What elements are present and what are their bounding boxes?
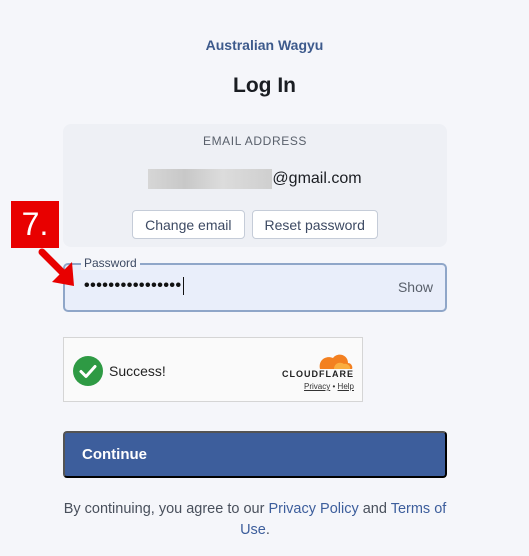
legal-notice: By continuing, you agree to our Privacy … <box>60 499 450 541</box>
captcha-links: Privacy • Help <box>304 382 354 391</box>
success-check-icon <box>73 356 103 386</box>
text-caret <box>182 277 184 295</box>
page-title: Log In <box>233 74 296 97</box>
show-password-button[interactable]: Show <box>398 279 433 295</box>
email-domain: @gmail.com <box>272 170 362 187</box>
reset-password-button[interactable]: Reset password <box>251 210 378 239</box>
legal-prefix: By continuing, you agree to our <box>63 501 269 517</box>
legal-conjunction: and <box>358 501 391 517</box>
brand-name: Australian Wagyu <box>205 37 324 53</box>
captcha-link-separator: • <box>332 382 336 391</box>
cloudflare-wordmark: CLOUDFLARE <box>282 369 354 379</box>
legal-suffix: . <box>265 522 270 538</box>
continue-button[interactable]: Continue <box>63 431 447 478</box>
email-actions: Change email Reset password <box>63 210 447 239</box>
annotation-arrow-icon <box>38 248 74 286</box>
email-address-label: EMAIL ADDRESS <box>202 134 308 148</box>
email-display: @gmail.com <box>63 168 447 190</box>
password-input[interactable]: •••••••••••••••• <box>84 277 184 295</box>
email-card: EMAIL ADDRESS @gmail.com Change email Re… <box>63 124 447 247</box>
redacted-email-user <box>148 169 273 189</box>
password-label: Password <box>81 256 140 270</box>
captcha-help-link[interactable]: Help <box>338 382 354 391</box>
captcha-privacy-link[interactable]: Privacy <box>304 382 330 391</box>
password-field[interactable]: Password •••••••••••••••• Show <box>63 256 447 312</box>
password-masked-value: •••••••••••••••• <box>84 277 182 295</box>
privacy-policy-link[interactable]: Privacy Policy <box>268 501 358 517</box>
change-email-button[interactable]: Change email <box>132 210 245 239</box>
step-number-badge: 7. <box>11 201 59 248</box>
cloudflare-turnstile[interactable]: Success! CLOUDFLARE Privacy • Help <box>63 337 363 402</box>
captcha-status: Success! <box>109 363 166 379</box>
